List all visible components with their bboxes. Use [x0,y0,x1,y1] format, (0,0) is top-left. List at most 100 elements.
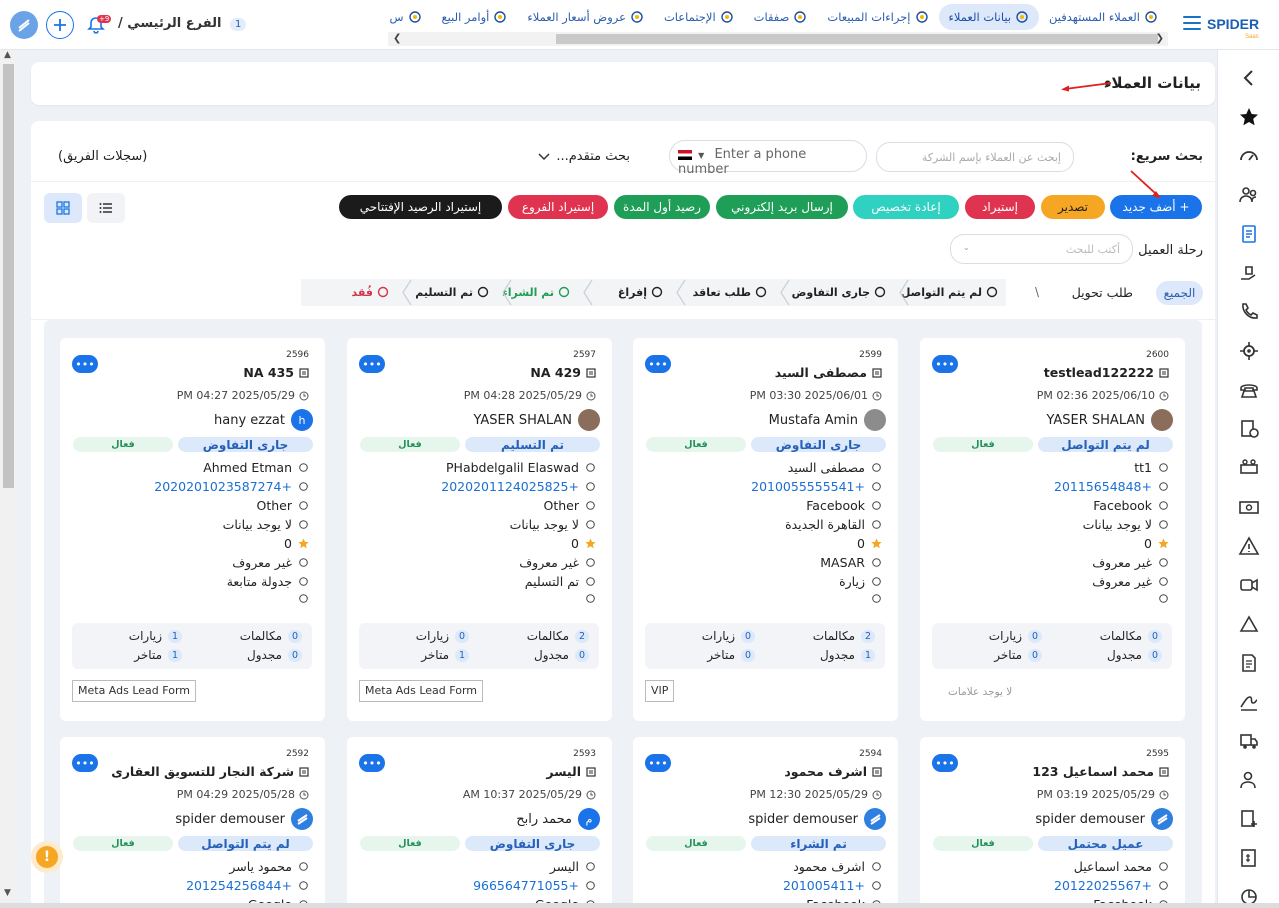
money-doc-icon[interactable] [1238,847,1260,869]
conversion-request-chip[interactable]: طلب تحويل [1072,285,1133,300]
action-button-2[interactable]: إستيراد [965,195,1035,219]
customer-card[interactable]: 2597 NA 429 2025/05/29 04:28 PM YASER SHALA… [347,338,612,721]
filter-all-chip[interactable]: الجميع [1156,281,1203,305]
video-icon[interactable] [1238,574,1260,596]
location-target-icon[interactable] [1238,340,1260,362]
collapse-icon[interactable] [1238,67,1260,89]
more-options-button[interactable]: ••• [645,355,671,373]
users-icon[interactable] [1238,184,1260,206]
action-button-5[interactable]: رصيد أول المدة [614,195,710,219]
field-phone[interactable]: +2010055555541 [751,479,865,494]
phone-call-icon[interactable] [1238,301,1260,323]
truck-icon[interactable] [1238,730,1260,752]
phone-input[interactable]: ▼ Enter a phone number [669,140,867,177]
tab-7[interactable]: س [388,4,432,30]
meeting-icon[interactable] [1238,457,1260,479]
field-phone[interactable]: +20115654848 [1054,479,1152,494]
dashboard-icon[interactable] [1238,145,1260,167]
company-search-input[interactable]: إبحث عن العملاء بإسم الشركة [876,142,1074,172]
field-source: Facebook [806,498,865,513]
field-phone[interactable]: +201254256844 [186,878,292,893]
more-options-button[interactable]: ••• [359,355,385,373]
pipeline-stage-2[interactable]: طلب تعاقد [693,280,767,304]
card-title[interactable]: NA 435 [243,365,309,380]
more-options-button[interactable]: ••• [932,355,958,373]
field-phone[interactable]: +20122025567 [1054,878,1152,893]
more-options-button[interactable]: ••• [72,355,98,373]
more-options-button[interactable]: ••• [359,754,385,772]
signature-icon[interactable] [1238,691,1260,713]
telephone-icon[interactable] [1238,379,1260,401]
star-icon[interactable] [1238,106,1260,128]
customer-card[interactable]: 2593 اليسر 2025/05/29 10:37 AM م محمد رابح ••… [347,737,612,908]
action-button-1[interactable]: تصدير [1041,195,1105,219]
tab-0[interactable]: العملاء المستهدفين [1039,4,1168,30]
pipeline-stage-3[interactable]: إفراغ [618,280,663,304]
field-contact: Ahmed Etman [203,460,292,475]
field-phone[interactable]: +966564771055 [473,878,579,893]
add-icon[interactable] [46,11,74,39]
add-document-icon[interactable] [1238,808,1260,830]
more-options-button[interactable]: ••• [645,754,671,772]
customer-card[interactable]: 2596 NA 435 2025/05/29 04:27 PM h hany ezzat… [60,338,325,721]
alert-icon[interactable]: ! [31,841,63,873]
spider-logo[interactable]: SPIDER Saas [1207,12,1261,40]
card-title[interactable]: شركة النجار للتسويق العقارى [111,764,309,779]
cash-icon[interactable] [1238,496,1260,518]
list-view-icon[interactable] [87,193,125,223]
more-options-button[interactable]: ••• [932,754,958,772]
customer-card[interactable]: 2595 محمد اسماعيل 123 2025/05/29 03:19 PM s… [920,737,1185,908]
card-tag[interactable]: VIP [645,680,675,702]
field-phone[interactable]: +201005411 [783,878,865,893]
tab-1[interactable]: بيانات العملاء [938,4,1040,30]
pipeline-stage-6[interactable]: فُقد [352,280,389,304]
notifications-icon[interactable]: +9 [82,11,112,39]
card-title[interactable]: testlead122222 [1044,365,1169,380]
action-button-3[interactable]: إعادة تخصيص [853,195,959,219]
card-title[interactable]: اشرف محمود [784,764,882,779]
page-scrollbar[interactable]: ▲ ▼ [0,50,17,903]
tab-5[interactable]: عروض أسعار العملاء [517,4,654,30]
company-avatar-icon[interactable] [10,11,38,39]
pipeline-stage-1[interactable]: جارى التفاوض [792,280,886,304]
card-title[interactable]: محمد اسماعيل 123 [1032,764,1169,779]
action-button-6[interactable]: إستيراد الفروع [508,195,608,219]
customers-data-icon[interactable] [1238,223,1260,245]
pipeline-stage-0[interactable]: لم يتم التواصل [901,280,998,304]
customer-card[interactable]: 2594 اشرف محمود 2025/05/29 12:30 PM spider … [633,737,898,908]
more-options-button[interactable]: ••• [72,754,98,772]
triangle-tool-icon[interactable] [1238,613,1260,635]
action-button-4[interactable]: إرسال بريد إلكتروني [716,195,848,219]
menu-icon[interactable] [1183,16,1201,32]
invoice-icon[interactable] [1238,652,1260,674]
pipeline-stage-5[interactable]: تم التسليم [415,280,489,304]
card-title[interactable]: اليسر [546,764,596,779]
card-field: لا يوجد بيانات [223,517,309,532]
customer-card[interactable]: 2599 مصطفى السيد 2025/06/01 03:30 PM Mustaf… [633,338,898,721]
customer-card[interactable]: 2592 شركة النجار للتسويق العقارى 2025/05/2… [60,737,325,908]
customer-card[interactable]: 2600 testlead122222 2025/06/10 02:36 PM YAS… [920,338,1185,721]
card-title[interactable]: مصطفى السيد [775,365,882,380]
clock-icon [586,391,596,400]
tab-2[interactable]: إجراءات المبيعات [817,4,938,30]
team-records-label[interactable]: (سجلات الفريق) [58,149,147,164]
tabs-scrollbar[interactable]: ❮ ❯ [388,32,1168,46]
warning-icon[interactable] [1238,535,1260,557]
document-clock-icon[interactable] [1238,418,1260,440]
horizontal-scrollbar[interactable] [0,903,1279,908]
grid-view-icon[interactable] [44,193,82,223]
branch-selector[interactable]: 1 الفرع الرئيسي / [118,16,247,31]
field-phone[interactable]: +2020201023587274 [154,479,292,494]
tab-6[interactable]: أوامر البيع [432,4,518,30]
user-settings-icon[interactable] [1238,769,1260,791]
advanced-search-dropdown[interactable]: بحث متقدم... [538,149,630,164]
tab-3[interactable]: صفقات [744,4,818,30]
card-title[interactable]: NA 429 [530,365,596,380]
card-tag[interactable]: Meta Ads Lead Form [72,680,196,702]
field-phone[interactable]: +2020201124025825 [441,479,579,494]
journey-search-input[interactable]: أكتب للبحث ⌄ [950,234,1133,264]
tab-4[interactable]: الإجتماعات [654,4,744,30]
action-button-7[interactable]: إستيراد الرصيد الإفتتاحي [339,195,502,219]
card-tag[interactable]: Meta Ads Lead Form [359,680,483,702]
hand-money-icon[interactable] [1238,262,1260,284]
